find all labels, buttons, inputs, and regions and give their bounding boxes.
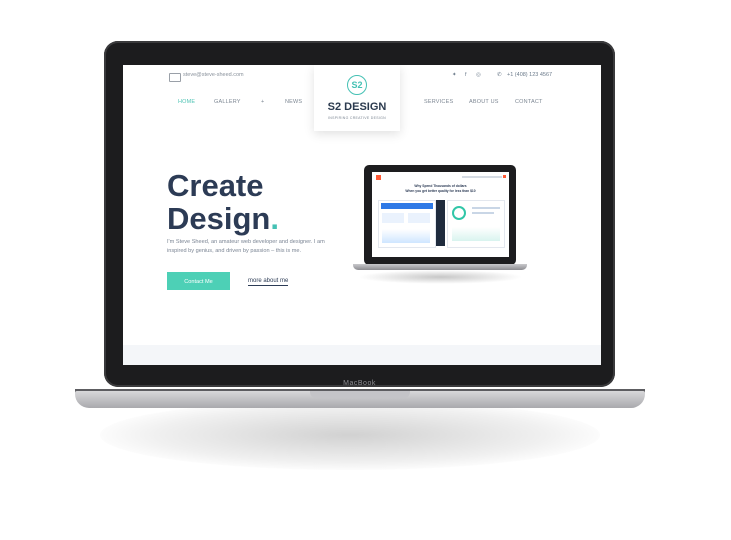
logo-mark: S2	[347, 75, 367, 95]
mockup-donut-chart	[452, 206, 466, 220]
logo-tagline: INSPIRING CREATIVE DESIGN	[328, 116, 386, 120]
mockup-shadow	[358, 270, 523, 284]
laptop-shadow	[100, 400, 600, 470]
nav-news[interactable]: NEWS	[285, 99, 302, 105]
more-about-me-link[interactable]: more about me	[248, 278, 289, 286]
mockup-dashboard-panel-left	[378, 200, 436, 248]
mockup-logo-icon	[376, 175, 381, 180]
mockup-panel-header	[381, 203, 433, 209]
next-section-strip	[123, 345, 601, 365]
phone-icon: ✆	[497, 72, 502, 78]
nav-about-us[interactable]: ABOUT US	[469, 99, 499, 105]
nav-gallery[interactable]: GALLERY	[214, 99, 241, 105]
instagram-icon[interactable]: ◎	[476, 72, 481, 78]
mockup-card	[408, 213, 430, 223]
twitter-icon[interactable]: ✦	[452, 72, 457, 78]
mockup-headline-2: When you get better quality for less tha…	[405, 189, 476, 193]
mockup-text-line	[472, 212, 494, 214]
mockup-line-chart	[452, 227, 500, 241]
nav-home[interactable]: HOME	[178, 99, 195, 105]
mockup-text-line	[472, 207, 500, 209]
mockup-headline-1: Why Spend Thousands of dollars	[414, 184, 467, 188]
mockup-menu-icon	[503, 175, 506, 178]
hero-accent-dot: .	[270, 201, 279, 236]
mockup-screen: Why Spend Thousands of dollars When you …	[372, 172, 509, 257]
logo-title: S2 DESIGN	[327, 101, 387, 113]
hero-line-2-text: Design	[167, 201, 271, 236]
email-link[interactable]: steve@steve-sheed.com	[183, 72, 244, 78]
hero-headline: Create Design.	[167, 169, 279, 235]
phone-number: +1 (408) 123 4567	[507, 72, 553, 78]
nav-contact[interactable]: CONTACT	[515, 99, 543, 105]
mockup-phone	[436, 200, 445, 246]
mockup-nav-bar	[462, 176, 502, 178]
mockup-dashboard-panel-right	[447, 200, 505, 248]
nav-services[interactable]: SERVICES	[424, 99, 453, 105]
mockup-card	[382, 213, 404, 223]
laptop-screen: steve@steve-sheed.com ✦ f ◎ ✆ +1 (408) 1…	[123, 65, 601, 365]
hero-line-2: Design.	[167, 202, 279, 235]
hero-intro: I'm Steve Sheed, an amateur web develope…	[167, 239, 325, 254]
nav-gallery-expand-icon[interactable]: +	[261, 99, 264, 105]
mockup-laptop-base	[353, 264, 527, 270]
device-brand-label: MacBook	[343, 380, 376, 387]
mail-icon	[169, 73, 181, 82]
logo[interactable]: S2 S2 DESIGN INSPIRING CREATIVE DESIGN	[314, 65, 400, 131]
contact-me-button[interactable]: Contact Me	[167, 272, 230, 290]
hero-line-1: Create	[167, 168, 264, 203]
laptop-notch	[310, 391, 410, 398]
mockup-area-chart	[382, 229, 430, 243]
facebook-icon[interactable]: f	[465, 72, 467, 78]
